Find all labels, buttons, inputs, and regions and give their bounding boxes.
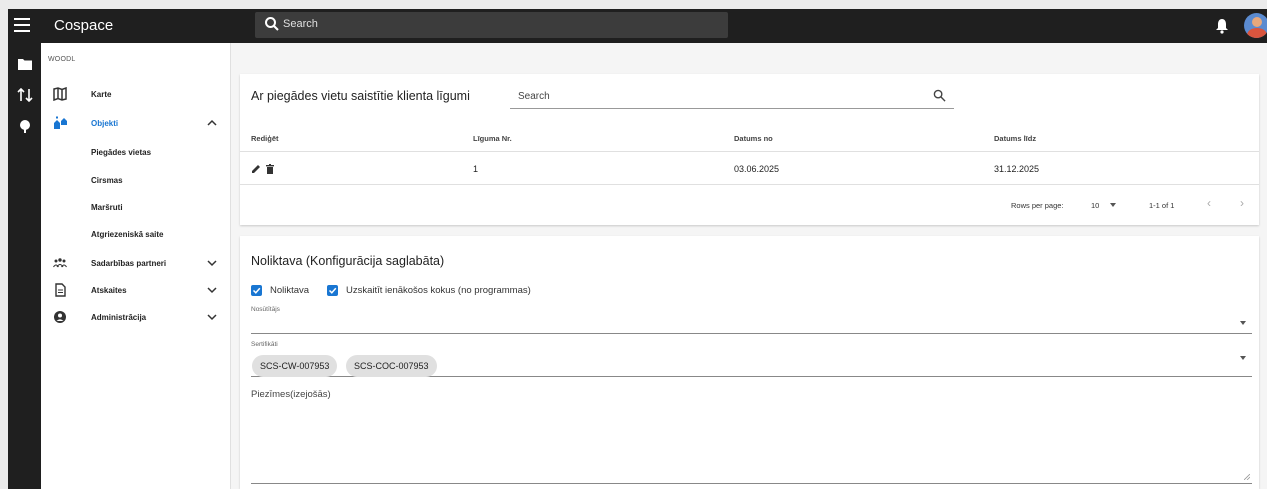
search-icon bbox=[265, 17, 279, 31]
dropdown-arrow-icon bbox=[1240, 321, 1246, 325]
contracts-title: Ar piegādes vietu saistītie klienta līgu… bbox=[251, 89, 470, 103]
sidebar-item-objekti[interactable]: Objekti bbox=[41, 113, 231, 135]
checkbox-label: Noliktava bbox=[270, 285, 310, 296]
sidebar-subitem-cirsmas[interactable]: Cirsmas bbox=[41, 170, 231, 190]
chevron-up-icon bbox=[207, 119, 217, 126]
bell-icon[interactable] bbox=[1215, 18, 1229, 34]
sidebar-subitem-label: Piegādes vietas bbox=[91, 148, 152, 157]
chevron-down-icon bbox=[207, 314, 217, 321]
sidebar-subitem-label: Atgriezeniskā saite bbox=[91, 230, 164, 239]
global-search-input[interactable]: Search bbox=[255, 12, 728, 38]
sidebar-item-sadarbibas-partneri[interactable]: Sadarbības partneri bbox=[41, 253, 231, 275]
contracts-card: Ar piegādes vietu saistītie klienta līgu… bbox=[240, 74, 1259, 225]
sidebar-subitem-piegades-vietas[interactable]: Piegādes vietas bbox=[41, 142, 231, 162]
sender-select[interactable]: Nosūtītājs bbox=[251, 306, 1252, 334]
swap-icon[interactable] bbox=[17, 88, 33, 102]
pagination: Rows per page: 10 1-1 of 1 ‹ › bbox=[240, 185, 1259, 225]
warehouse-config-card: Noliktava (Konfigurācija saglabāta) Noli… bbox=[240, 236, 1259, 489]
table-header: Rediģēt Līguma Nr. Datums no Datums līdz bbox=[240, 126, 1259, 152]
rows-per-page-select[interactable]: 10 bbox=[1091, 198, 1127, 212]
sender-label: Nosūtītājs bbox=[251, 306, 280, 313]
sidebar-item-label: Atskaites bbox=[91, 286, 127, 295]
search-icon[interactable] bbox=[933, 89, 946, 102]
certificates-select[interactable]: Sertifikāti SCS-CW-007953 SCS-COC-007953 bbox=[251, 341, 1252, 377]
pagination-range: 1-1 of 1 bbox=[1149, 201, 1175, 210]
rows-per-page-label: Rows per page: bbox=[1011, 201, 1064, 210]
sidebar-item-label: Sadarbības partneri bbox=[91, 259, 167, 268]
cell-date-from: 03.06.2025 bbox=[734, 164, 780, 174]
reports-icon bbox=[55, 283, 66, 297]
avatar[interactable] bbox=[1244, 13, 1267, 38]
certificate-chip[interactable]: SCS-CW-007953 bbox=[252, 355, 338, 377]
folder-icon[interactable] bbox=[17, 57, 33, 71]
tree-icon[interactable] bbox=[17, 119, 33, 133]
certificates-label: Sertifikāti bbox=[251, 341, 278, 348]
icon-rail bbox=[8, 43, 41, 489]
dropdown-arrow-icon bbox=[1240, 356, 1246, 360]
checkbox-count-incoming[interactable]: Uzskaitīt ienākošos kokus (no programmas… bbox=[327, 285, 567, 297]
app-window: Cospace Search WOODL Karte Objekti Piegā… bbox=[8, 9, 1267, 489]
menu-icon[interactable] bbox=[14, 18, 30, 32]
notes-placeholder: Piezīmes(izejošās) bbox=[251, 389, 331, 400]
contracts-search-input[interactable]: Search bbox=[510, 84, 954, 109]
chevron-down-icon bbox=[207, 287, 217, 294]
sidebar-item-label: Karte bbox=[91, 90, 112, 99]
certificate-chip[interactable]: SCS-COC-007953 bbox=[346, 355, 437, 377]
column-header-edit: Rediģēt bbox=[251, 134, 279, 143]
contracts-search-placeholder: Search bbox=[518, 91, 550, 102]
chevron-down-icon bbox=[207, 260, 217, 267]
column-header-date-from: Datums no bbox=[734, 134, 773, 143]
checkbox-noliktava[interactable]: Noliktava bbox=[251, 285, 321, 297]
sidebar-item-karte[interactable]: Karte bbox=[41, 84, 231, 106]
delete-icon[interactable] bbox=[266, 164, 274, 174]
cell-contract-no: 1 bbox=[473, 164, 479, 174]
top-bar: Cospace Search bbox=[8, 9, 1267, 43]
sidebar-subitem-marsruti[interactable]: Maršruti bbox=[41, 197, 231, 217]
checkbox-checked-icon bbox=[327, 285, 338, 296]
organization-name: WOODL bbox=[48, 56, 76, 63]
partners-icon bbox=[53, 258, 67, 268]
sidebar: WOODL Karte Objekti Piegādes vietas Cirs… bbox=[41, 43, 231, 489]
resize-grip-icon[interactable] bbox=[1244, 474, 1250, 480]
sidebar-subitem-label: Maršruti bbox=[91, 203, 123, 212]
previous-page-button[interactable]: ‹ bbox=[1201, 196, 1217, 214]
edit-icon[interactable] bbox=[251, 164, 261, 174]
sidebar-subitem-atgriezeniska-saite[interactable]: Atgriezeniskā saite bbox=[41, 224, 231, 244]
sidebar-item-administracija[interactable]: Administrācija bbox=[41, 307, 231, 329]
checkbox-label: Uzskaitīt ienākošos kokus (no programmas… bbox=[346, 285, 531, 296]
sidebar-item-atskaites[interactable]: Atskaites bbox=[41, 280, 231, 302]
cell-date-to: 31.12.2025 bbox=[994, 164, 1040, 174]
app-title: Cospace bbox=[54, 17, 114, 34]
config-title: Noliktava (Konfigurācija saglabāta) bbox=[251, 254, 445, 268]
global-search-placeholder: Search bbox=[283, 18, 318, 30]
sites-icon bbox=[54, 116, 67, 129]
checkbox-checked-icon bbox=[251, 285, 262, 296]
rows-per-page-value: 10 bbox=[1091, 201, 1100, 210]
sidebar-subitem-label: Cirsmas bbox=[91, 176, 123, 185]
notes-textarea[interactable]: Piezīmes(izejošās) bbox=[251, 382, 1252, 484]
column-header-contract-no: Līguma Nr. bbox=[473, 134, 512, 143]
dropdown-arrow-icon bbox=[1110, 203, 1116, 207]
column-header-date-to: Datums līdz bbox=[994, 134, 1037, 143]
admin-icon bbox=[54, 311, 66, 323]
table-row: 1 03.06.2025 31.12.2025 bbox=[240, 152, 1259, 185]
next-page-button[interactable]: › bbox=[1234, 196, 1250, 214]
sidebar-item-label: Administrācija bbox=[91, 313, 147, 322]
sidebar-item-label: Objekti bbox=[91, 119, 119, 128]
map-icon bbox=[53, 87, 67, 101]
